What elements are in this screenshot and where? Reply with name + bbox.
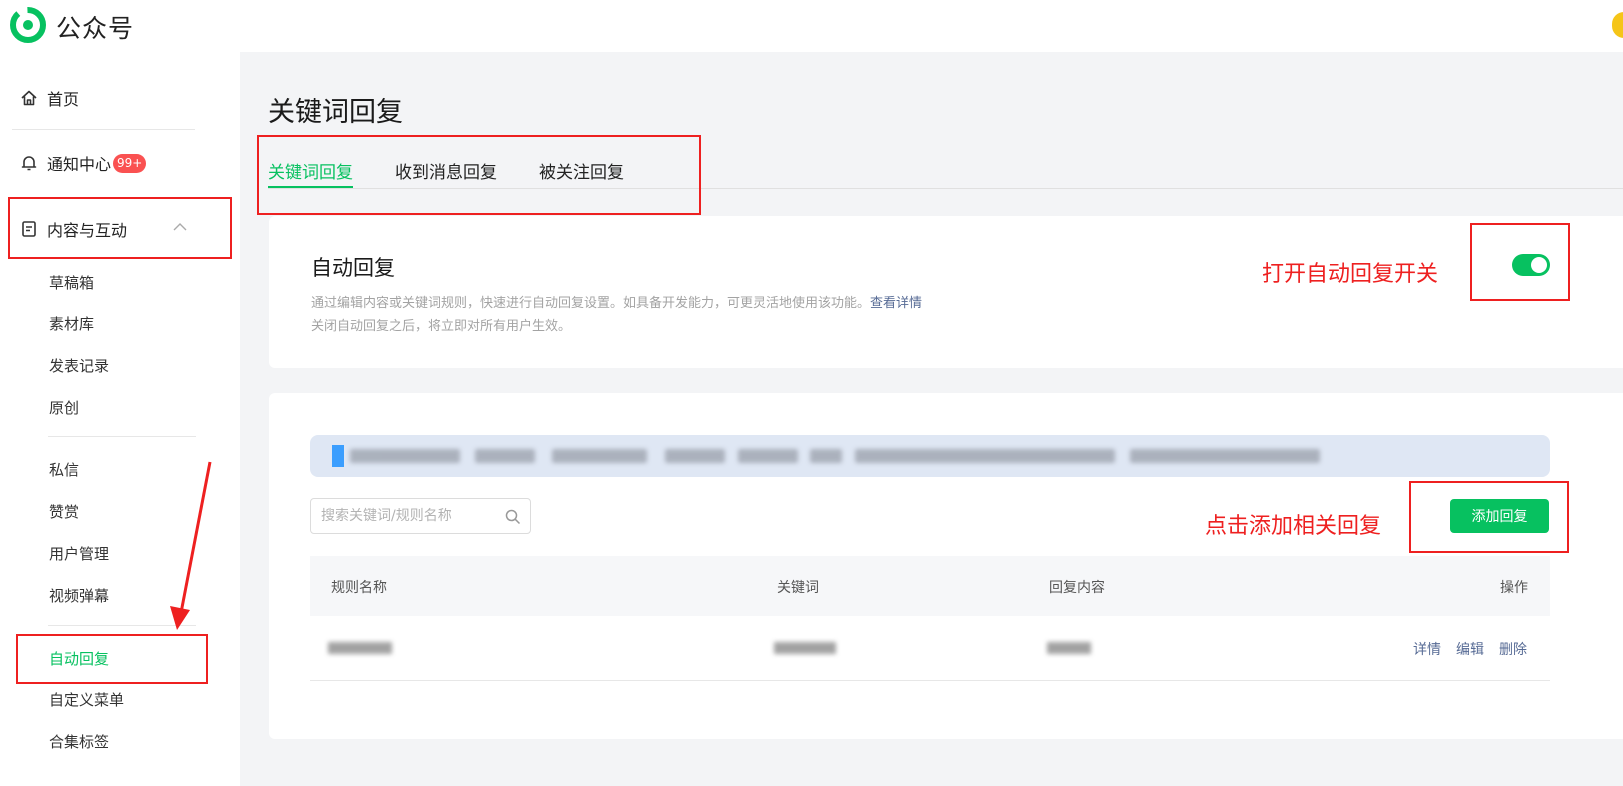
annotation-add-hint: 点击添加相关回复 (1205, 514, 1382, 539)
search-input[interactable] (321, 506, 491, 526)
avatar[interactable] (1612, 12, 1623, 38)
details-action[interactable]: 详情 (1413, 639, 1441, 659)
sidebar-item-materials[interactable]: 素材库 (49, 313, 94, 334)
sidebar-item-video-danmaku[interactable]: 视频弹幕 (49, 585, 109, 606)
view-details-link[interactable]: 查看详情 (870, 296, 922, 311)
highlight-tabs (257, 135, 701, 215)
divider (48, 436, 196, 437)
highlight-auto-reply-item (16, 634, 208, 684)
page-title: 关键词回复 (268, 97, 403, 128)
column-header-actions: 操作 (1500, 580, 1528, 596)
table-header: 规则名称 关键词 回复内容 操作 (310, 556, 1550, 616)
edit-action[interactable]: 编辑 (1456, 639, 1484, 659)
annotation-arrow-icon (170, 461, 212, 630)
wechat-official-account-logo-icon[interactable] (10, 7, 46, 43)
search-icon[interactable] (504, 508, 522, 526)
auto-reply-card: 自动回复 通过编辑内容或关键词规则，快速进行自动回复设置。如具备开发能力，可更灵… (269, 216, 1623, 368)
notification-badge: 99+ (113, 153, 147, 173)
notice-banner-blurred (310, 435, 1550, 477)
sidebar-item-original[interactable]: 原创 (49, 397, 79, 418)
sidebar-item-notifications[interactable]: 通知中心 99+ (20, 151, 147, 175)
sidebar-item-user-management[interactable]: 用户管理 (49, 543, 109, 564)
sidebar-item-publish-records[interactable]: 发表记录 (49, 355, 109, 376)
highlight-add-button (1409, 481, 1569, 553)
divider (12, 129, 195, 130)
rules-card: 添加回复 规则名称 关键词 回复内容 操作 详情 编辑 删除 (269, 393, 1623, 739)
keyword-cell-blurred (774, 642, 836, 654)
sidebar-item-messages[interactable]: 私信 (49, 459, 79, 480)
home-icon (20, 89, 38, 107)
annotation-toggle-hint: 打开自动回复开关 (1262, 262, 1439, 287)
sidebar-item-drafts[interactable]: 草稿箱 (49, 272, 94, 293)
column-header-reply-content: 回复内容 (1049, 580, 1105, 596)
highlight-content-group (8, 197, 232, 259)
sidebar-item-rewards[interactable]: 赞赏 (49, 501, 79, 522)
column-header-rule-name: 规则名称 (331, 580, 387, 596)
rule-name-cell-blurred (328, 642, 392, 654)
auto-reply-description: 通过编辑内容或关键词规则，快速进行自动回复设置。如具备开发能力，可更灵活地使用该… (311, 292, 922, 311)
search-box (310, 498, 531, 534)
auto-reply-note: 关闭自动回复之后，将立即对所有用户生效。 (311, 319, 572, 334)
table-row: 详情 编辑 删除 (310, 616, 1550, 681)
sidebar-item-home[interactable]: 首页 (20, 86, 79, 110)
brand-title[interactable]: 公众号 (56, 9, 134, 45)
notice-marker (332, 445, 344, 467)
sidebar-item-label: 首页 (47, 90, 80, 109)
delete-action[interactable]: 删除 (1499, 639, 1527, 659)
bell-icon (20, 154, 38, 172)
sidebar-item-label: 通知中心 (47, 155, 112, 174)
column-header-keyword: 关键词 (777, 580, 819, 596)
sidebar-item-collection-tags[interactable]: 合集标签 (49, 731, 109, 752)
top-bar: 公众号 (0, 0, 1623, 52)
description-text: 通过编辑内容或关键词规则，快速进行自动回复设置。如具备开发能力，可更灵活地使用该… (311, 296, 871, 311)
sidebar-item-custom-menu[interactable]: 自定义菜单 (49, 689, 124, 710)
reply-content-cell-blurred (1047, 642, 1091, 654)
highlight-toggle (1470, 223, 1570, 301)
auto-reply-title: 自动回复 (311, 256, 395, 280)
